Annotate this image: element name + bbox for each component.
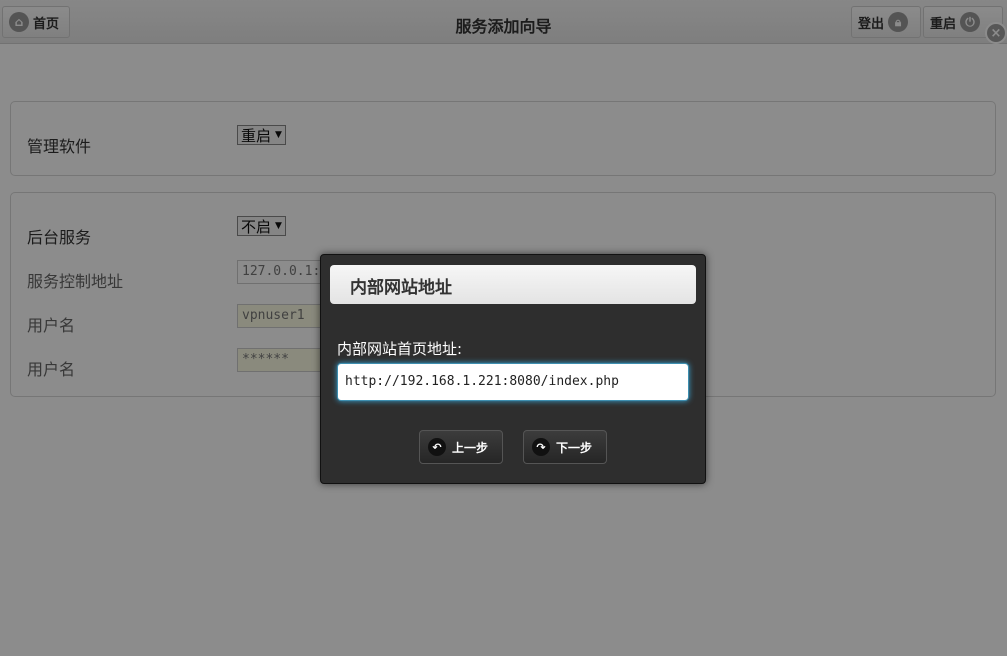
previous-step-button[interactable]: ↶ 上一步 [419, 430, 503, 464]
next-step-label: 下一步 [556, 440, 593, 455]
homepage-address-label: 内部网站首页地址: [337, 340, 463, 358]
redo-arrow-icon: ↷ [532, 438, 550, 456]
undo-arrow-icon: ↶ [428, 438, 446, 456]
previous-step-label: 上一步 [452, 440, 489, 455]
homepage-address-input[interactable]: http://192.168.1.221:8080/index.php [337, 363, 689, 401]
next-step-button[interactable]: ↷ 下一步 [523, 430, 607, 464]
internal-site-dialog: 内部网站地址 内部网站首页地址: http://192.168.1.221:80… [320, 254, 706, 484]
dialog-title: 内部网站地址 [330, 265, 696, 304]
